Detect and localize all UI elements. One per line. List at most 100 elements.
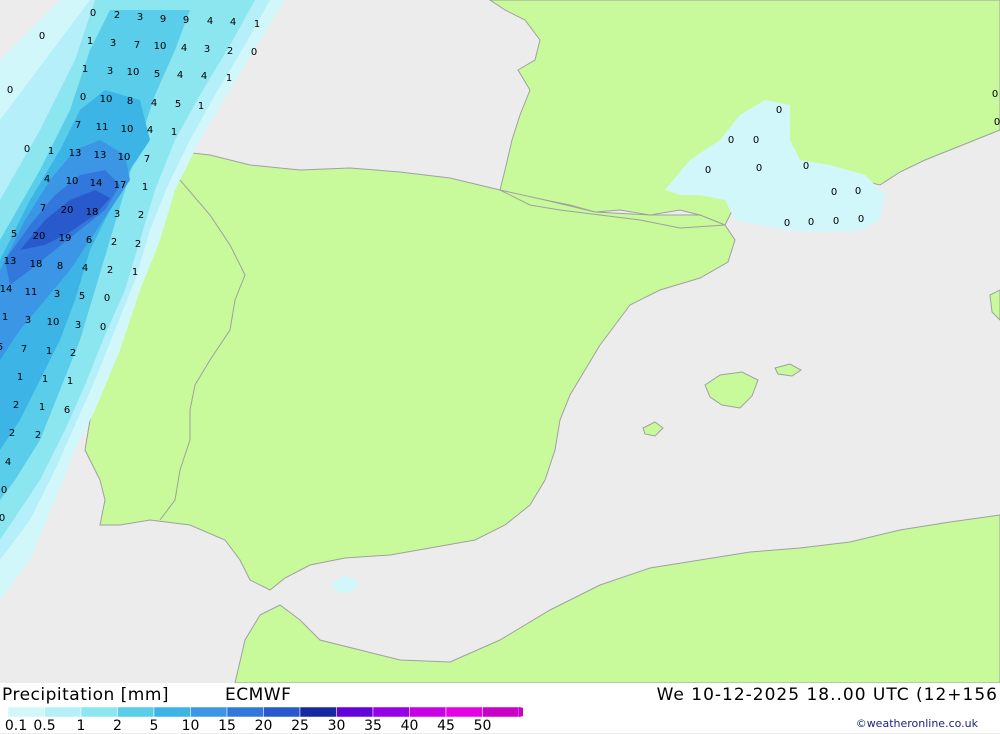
precipitation-value: 18	[30, 259, 43, 270]
forecast-datetime: We 10-12-2025 18..00 UTC (12+156	[656, 685, 998, 705]
precipitation-value: 0	[7, 85, 13, 96]
precipitation-value: 4	[207, 16, 213, 27]
precipitation-value: 2	[107, 265, 113, 276]
color-scale-label: 5	[149, 718, 159, 734]
precipitation-value: 14	[0, 284, 12, 295]
precipitation-value: 7	[134, 40, 140, 51]
precipitation-value: 17	[114, 180, 127, 191]
precipitation-value: 0	[992, 89, 998, 100]
legend-title: Precipitation [mm]	[2, 685, 170, 705]
precipitation-value: 13	[69, 148, 82, 159]
precipitation-value: 0	[90, 8, 96, 19]
precipitation-value: 7	[21, 344, 27, 355]
color-swatch	[263, 707, 301, 718]
precipitation-value: 10	[100, 94, 113, 105]
precipitation-value: 10	[154, 41, 167, 52]
color-scale-label: 2	[113, 718, 122, 734]
color-swatch	[8, 707, 45, 718]
color-scale-label: 35	[364, 718, 382, 734]
precipitation-value: 5	[11, 229, 17, 240]
color-scale-label: 15	[218, 718, 236, 734]
precipitation-value: 1	[46, 346, 52, 357]
precipitation-value: 8	[127, 96, 133, 107]
precipitation-value: 0	[705, 165, 711, 176]
color-swatch	[153, 707, 191, 718]
color-swatch	[226, 707, 264, 718]
color-scale-label: 45	[437, 718, 455, 734]
precipitation-value: 2	[13, 400, 19, 411]
color-scale-label: 10	[181, 718, 200, 734]
precipitation-value: 3	[110, 38, 116, 49]
precipitation-value: 7	[40, 203, 46, 214]
precipitation-value: 11	[96, 122, 109, 133]
precipitation-value: 13	[94, 150, 107, 161]
precipitation-value: 1	[2, 312, 8, 323]
precipitation-value: 2	[70, 348, 76, 359]
precipitation-value: 0	[80, 92, 86, 103]
precipitation-map: 0 2 3 9 9 4 4 10 1 3 7 10 4 3 2 01 3 10 5 4 4 100 10 8 4 5 17 11 10 4…	[0, 0, 1000, 683]
color-swatch	[409, 707, 447, 718]
precipitation-value: 3	[204, 44, 210, 55]
precipitation-value: 7	[75, 120, 81, 131]
precipitation-value: 5	[79, 291, 85, 302]
precipitation-value: 4	[82, 263, 88, 274]
color-swatch	[80, 707, 118, 718]
precipitation-value: 0	[803, 161, 809, 172]
color-swatch	[336, 707, 374, 718]
precipitation-value: 1	[226, 73, 232, 84]
color-swatch	[445, 707, 483, 718]
precipitation-value: 5	[154, 69, 160, 80]
color-swatch	[299, 707, 337, 718]
precipitation-value: 0	[776, 105, 782, 116]
precipitation-value: 1	[39, 402, 45, 413]
precipitation-value: 10	[127, 67, 140, 78]
precipitation-value: 4	[151, 98, 157, 109]
precipitation-value: 9	[183, 15, 189, 26]
precipitation-value: 20	[61, 205, 74, 216]
precipitation-value: 6	[86, 235, 92, 246]
precipitation-value: 1	[254, 19, 260, 30]
precipitation-value: 0	[728, 135, 734, 146]
precipitation-value: 2	[138, 210, 144, 221]
precipitation-value: 0	[858, 214, 864, 225]
precipitation-value: 0	[753, 135, 759, 146]
precipitation-value: 1	[67, 376, 73, 387]
legend-footer: Precipitation [mm] ECMWF We 10-12-2025 1…	[0, 683, 1000, 734]
precipitation-value: 1	[17, 372, 23, 383]
credit-link[interactable]: ©weatheronline.co.uk	[856, 717, 978, 730]
precipitation-value: 3	[107, 66, 113, 77]
precipitation-value: 13	[4, 256, 17, 267]
precipitation-value: 0	[104, 293, 110, 304]
precipitation-value: 2	[35, 430, 41, 441]
color-swatch	[190, 707, 228, 718]
precipitation-value: 1	[48, 146, 54, 157]
precipitation-value: 10	[47, 317, 60, 328]
precipitation-value: 10	[118, 152, 131, 163]
precipitation-value: 0	[0, 513, 5, 524]
precipitation-value: 10	[66, 176, 79, 187]
precipitation-value: 0	[855, 186, 861, 197]
model-name: ECMWF	[225, 685, 292, 705]
color-scale-label: 1	[76, 718, 86, 734]
precipitation-value: 4	[147, 125, 153, 136]
color-scale-label: 20	[254, 718, 273, 734]
color-scale-label: 0.5	[33, 718, 56, 734]
precipitation-value: 18	[86, 207, 99, 218]
precipitation-value: 4	[5, 457, 11, 468]
color-scale-label: 30	[327, 718, 346, 734]
precipitation-value: 4	[230, 17, 236, 28]
precipitation-value: 0	[39, 31, 45, 42]
precipitation-value: 4	[177, 70, 183, 81]
color-swatch	[372, 707, 410, 718]
precipitation-value: 5	[0, 342, 3, 353]
precipitation-value: 7	[144, 154, 150, 165]
precipitation-value: 4	[201, 71, 207, 82]
color-scale-label: 40	[400, 718, 419, 734]
precipitation-value: 1	[42, 374, 48, 385]
precipitation-value: 6	[64, 405, 70, 416]
color-scale-label: 50	[473, 718, 492, 734]
color-swatch	[44, 707, 82, 718]
precipitation-value: 3	[54, 289, 60, 300]
color-swatch	[117, 707, 155, 718]
precipitation-value: 8	[57, 261, 63, 272]
